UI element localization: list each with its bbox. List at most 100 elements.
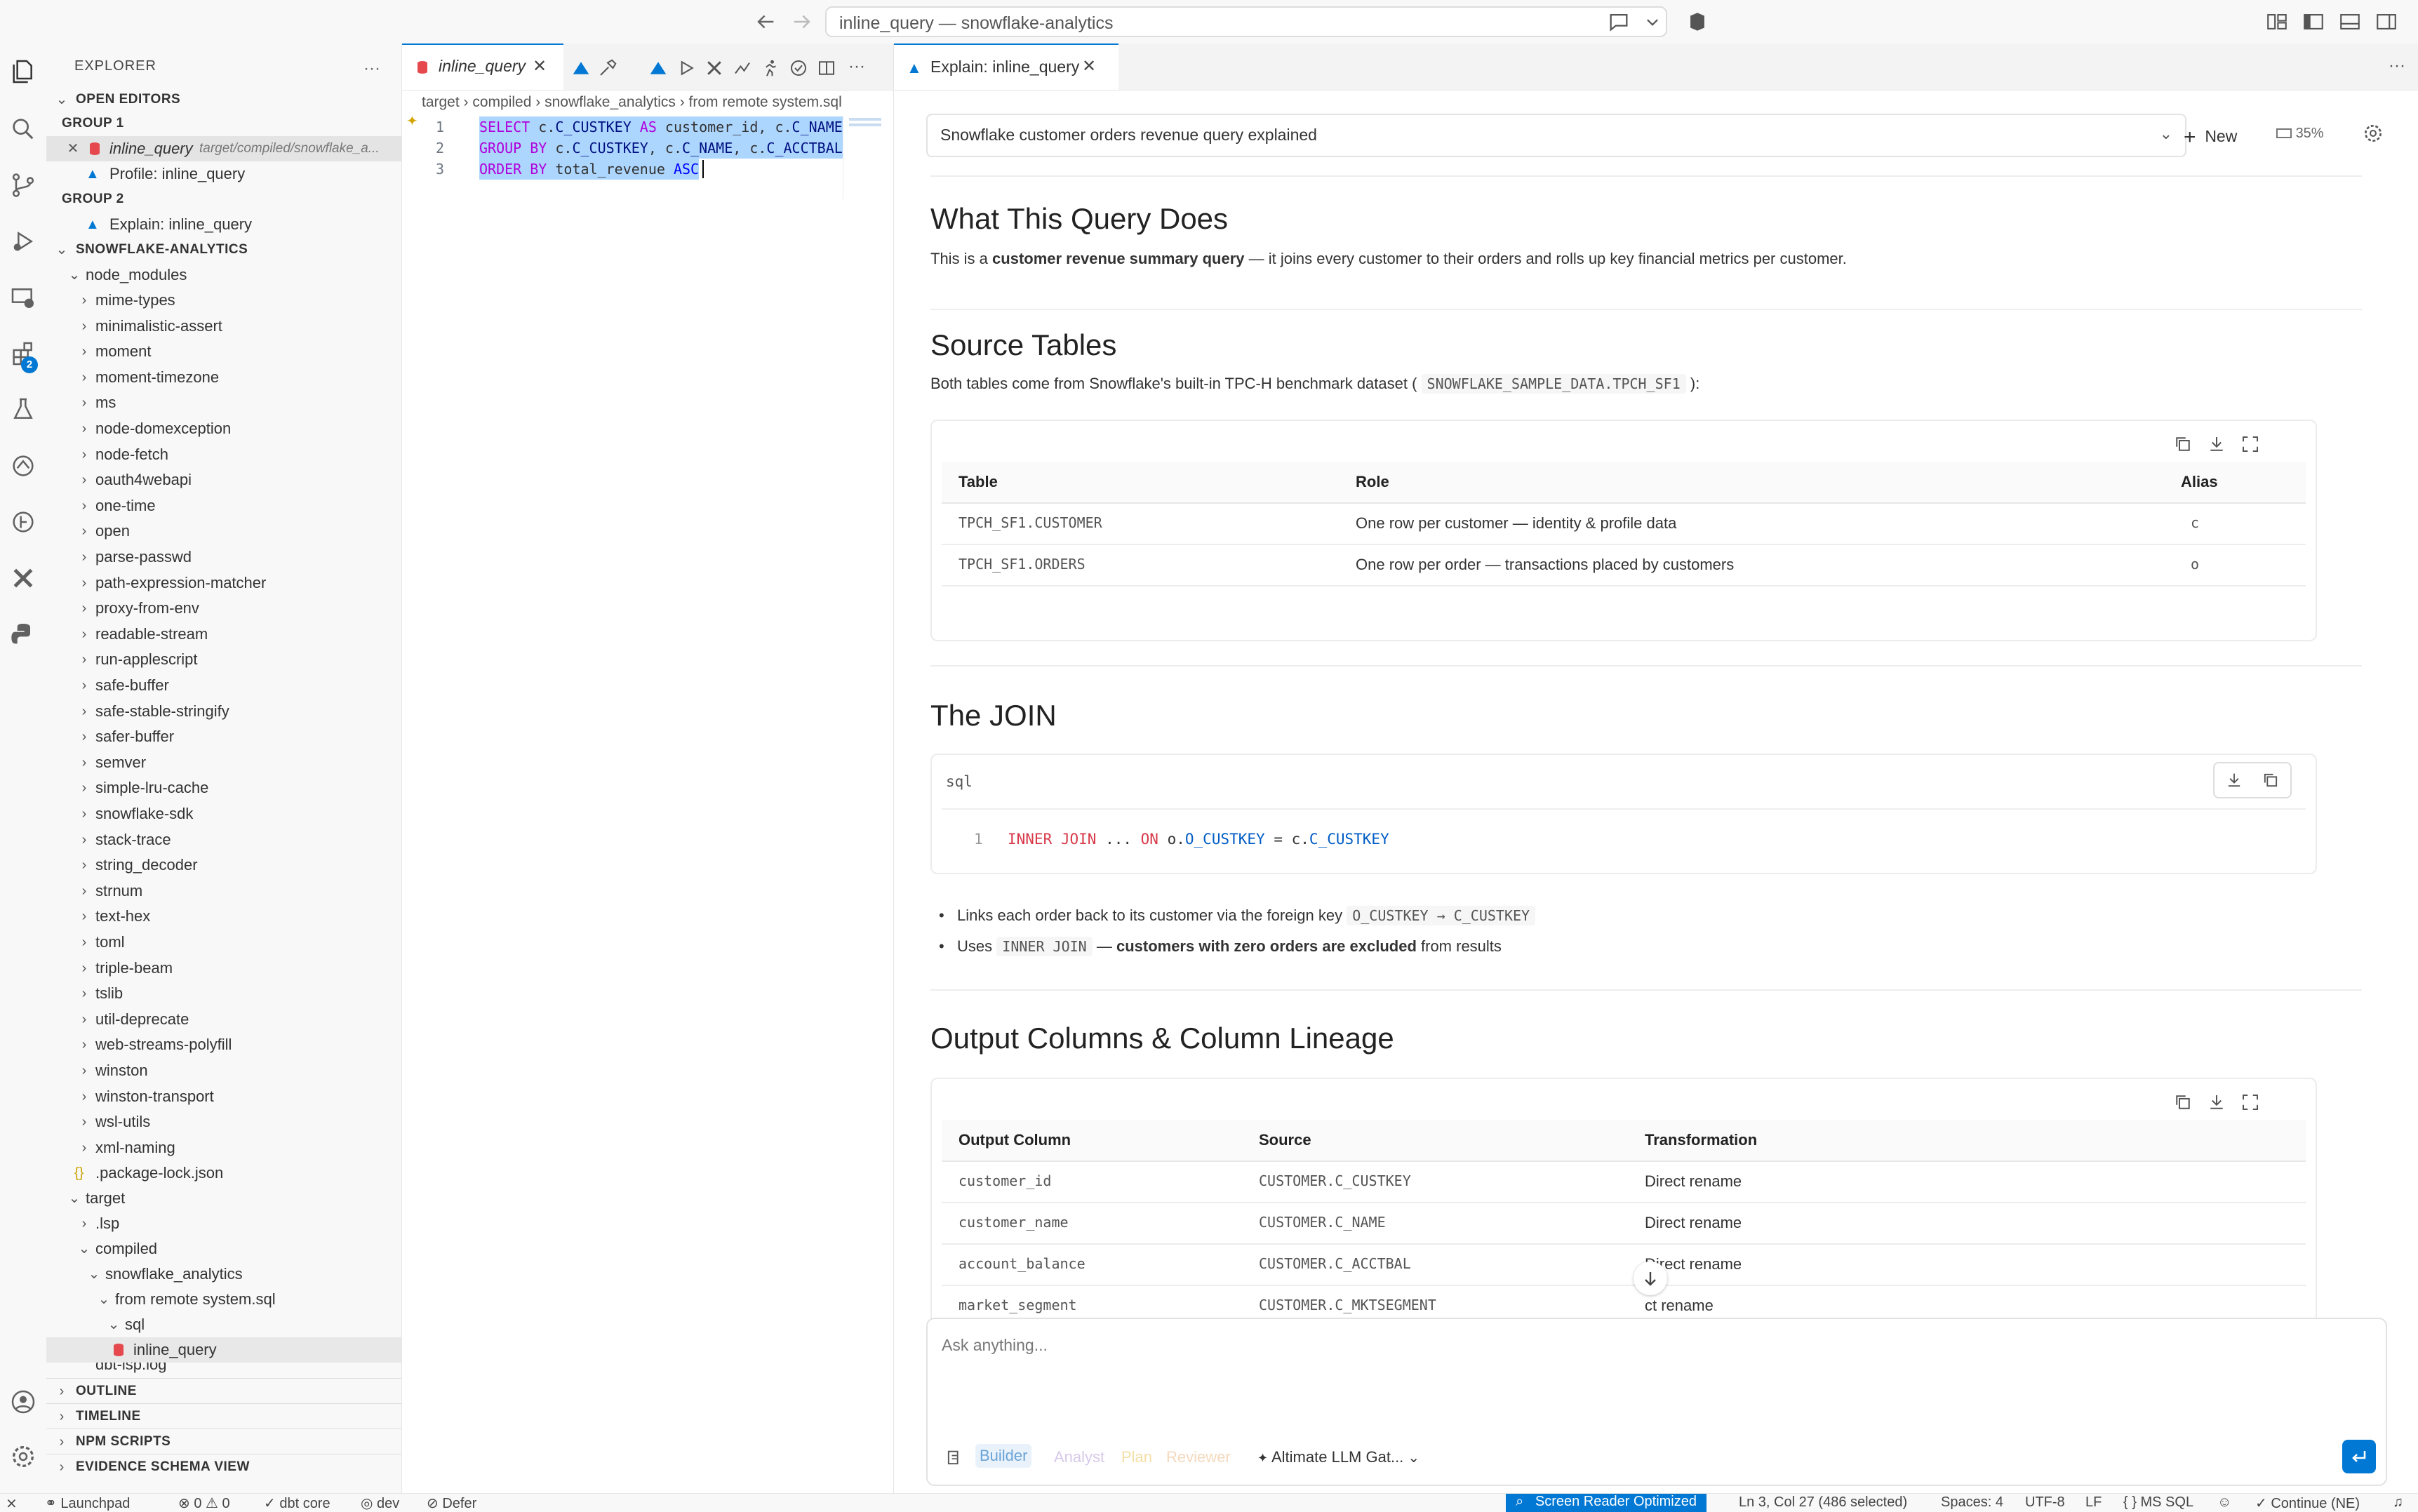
open-editor-explain[interactable]: ▲ Explain: inline_query: [46, 212, 401, 237]
timeline-section[interactable]: › TIMELINE: [46, 1403, 401, 1429]
altimate-icon[interactable]: [648, 58, 669, 79]
folder-node-modules[interactable]: ⌄ node_modules: [46, 262, 401, 288]
folder-util-deprecate[interactable]: › util-deprecate: [46, 1007, 401, 1032]
encoding[interactable]: UTF-8: [2025, 1494, 2065, 1511]
dbt-item[interactable]: ✓ dbt core: [264, 1494, 330, 1512]
check-circle-icon[interactable]: [788, 58, 809, 79]
folder-safe-buffer[interactable]: › safe-buffer: [46, 673, 401, 698]
more-actions-icon[interactable]: ···: [2389, 56, 2405, 76]
chat-icon[interactable]: [1607, 10, 1631, 34]
copy-icon[interactable]: [2172, 434, 2193, 455]
folder-node-domexception[interactable]: › node-domexception: [46, 416, 401, 441]
group-1-header[interactable]: GROUP 1: [46, 111, 401, 136]
attach-file-icon[interactable]: [944, 1448, 964, 1468]
column-header[interactable]: Table: [958, 473, 998, 491]
folder-lsp[interactable]: › .lsp: [46, 1211, 401, 1236]
command-center-search[interactable]: inline_query — snowflake-analytics: [825, 6, 1667, 37]
folder-snowflake-sdk[interactable]: › snowflake-sdk: [46, 801, 401, 827]
problems-item[interactable]: ⊗ 0 ⚠ 0: [178, 1494, 230, 1512]
tab-inline-query[interactable]: inline_query ✕: [402, 44, 563, 90]
search-icon[interactable]: [9, 115, 37, 143]
folder-winston[interactable]: › winston: [46, 1058, 401, 1083]
customize-layout-icon[interactable]: [2265, 10, 2289, 34]
altimate-run-icon[interactable]: [570, 58, 592, 79]
breadcrumb-item[interactable]: target: [422, 94, 460, 110]
download-icon[interactable]: [2224, 770, 2244, 790]
close-icon[interactable]: ✕: [533, 56, 547, 76]
mode-analyst[interactable]: Analyst: [1054, 1448, 1104, 1466]
folder-parse-passwd[interactable]: › parse-passwd: [46, 544, 401, 570]
altimate-icon[interactable]: [9, 452, 37, 480]
download-icon[interactable]: [2206, 1092, 2227, 1113]
folder-web-streams-polyfill[interactable]: › web-streams-polyfill: [46, 1032, 401, 1057]
defer-item[interactable]: ⊘ Defer: [427, 1494, 476, 1512]
minimap[interactable]: [843, 115, 894, 199]
folder-string-decoder[interactable]: › string_decoder: [46, 852, 401, 878]
group-2-header[interactable]: GROUP 2: [46, 187, 401, 212]
column-header[interactable]: Transformation: [1645, 1131, 1757, 1149]
folder-open[interactable]: › open: [46, 519, 401, 544]
folder-compiled[interactable]: ⌄ compiled: [46, 1236, 401, 1262]
python-icon[interactable]: [9, 620, 37, 648]
folder-proxy-from-env[interactable]: › proxy-from-env: [46, 596, 401, 621]
settings-gear-icon[interactable]: [2362, 122, 2384, 145]
chat-session-select[interactable]: Snowflake customer orders revenue query …: [926, 114, 2186, 157]
lineage-icon[interactable]: [732, 58, 753, 79]
close-icon[interactable]: ✕: [65, 136, 81, 161]
fullscreen-icon[interactable]: [2240, 434, 2261, 455]
tab-explain-inline-query[interactable]: ▲ Explain: inline_query ✕: [894, 44, 1118, 90]
evidence-section[interactable]: › EVIDENCE SCHEMA VIEW: [46, 1454, 401, 1480]
back-arrow-icon[interactable]: [754, 10, 777, 34]
language-mode[interactable]: { } MS SQL: [2123, 1494, 2193, 1511]
folder-readable-stream[interactable]: › readable-stream: [46, 622, 401, 647]
folder-snowflake-analytics[interactable]: ⌄ snowflake_analytics: [46, 1262, 401, 1287]
run-play-icon[interactable]: [676, 58, 697, 79]
indentation[interactable]: Spaces: 4: [1941, 1494, 2003, 1511]
mode-builder[interactable]: Builder: [975, 1444, 1032, 1468]
copy-icon[interactable]: [2172, 1092, 2193, 1113]
chevron-down-icon[interactable]: [1641, 10, 1664, 34]
column-header[interactable]: Output Column: [958, 1131, 1071, 1149]
open-editors-section[interactable]: ⌄ OPEN EDITORS: [46, 87, 401, 112]
scroll-to-bottom-button[interactable]: [1634, 1262, 1667, 1295]
continue-item[interactable]: ✓ Continue (NE): [2255, 1494, 2360, 1512]
folder-strnum[interactable]: › strnum: [46, 878, 401, 904]
folder-toml[interactable]: › toml: [46, 930, 401, 955]
run-person-icon[interactable]: [760, 58, 781, 79]
folder-node-fetch[interactable]: › node-fetch: [46, 442, 401, 467]
outline-section[interactable]: › OUTLINE: [46, 1378, 401, 1404]
copilot-icon[interactable]: [1685, 10, 1709, 34]
npm-scripts-section[interactable]: › NPM SCRIPTS: [46, 1429, 401, 1454]
close-icon[interactable]: ✕: [1082, 56, 1096, 76]
notifications-bell-icon[interactable]: ♫: [2393, 1494, 2403, 1511]
folder-one-time[interactable]: › one-time: [46, 493, 401, 519]
breadcrumb-item[interactable]: from remote system.sql: [689, 94, 842, 110]
folder-safer-buffer[interactable]: › safer-buffer: [46, 724, 401, 749]
folder-stack-trace[interactable]: › stack-trace: [46, 827, 401, 852]
dbt-icon[interactable]: [704, 58, 725, 79]
folder-xml-naming[interactable]: › xml-naming: [46, 1135, 401, 1160]
toggle-primary-sidebar-icon[interactable]: [2302, 10, 2325, 34]
folder-safe-stable-stringify[interactable]: › safe-stable-stringify: [46, 699, 401, 724]
file-package-lock[interactable]: {} .package-lock.json: [46, 1160, 401, 1186]
launchpad-item[interactable]: ⚭ Launchpad: [45, 1494, 130, 1512]
source-control-icon[interactable]: [9, 171, 37, 199]
forward-arrow-icon[interactable]: [790, 10, 814, 34]
send-button[interactable]: [2342, 1440, 2376, 1473]
copilot-status-icon[interactable]: ☺: [2217, 1494, 2231, 1511]
folder-minimalistic-assert[interactable]: › minimalistic-assert: [46, 314, 401, 339]
build-hammer-icon[interactable]: [597, 58, 618, 79]
copy-icon[interactable]: [2261, 770, 2280, 790]
accounts-icon[interactable]: [9, 1388, 37, 1416]
folder-oauth4webapi[interactable]: › oauth4webapi: [46, 467, 401, 493]
folder-moment[interactable]: › moment: [46, 339, 401, 364]
explorer-icon[interactable]: [9, 58, 37, 86]
chat-input-box[interactable]: Ask anything... Builder Analyst Plan Rev…: [926, 1318, 2387, 1486]
folder-moment-timezone[interactable]: › moment-timezone: [46, 365, 401, 390]
breadcrumb-item[interactable]: snowflake_analytics: [545, 94, 676, 110]
folder-sql[interactable]: ⌄ sql: [46, 1312, 401, 1337]
folder-text-hex[interactable]: › text-hex: [46, 904, 401, 929]
remote-indicator-icon[interactable]: ⨯: [6, 1494, 18, 1512]
open-editor-profile[interactable]: ▲ Profile: inline_query: [46, 161, 401, 187]
mode-plan[interactable]: Plan: [1121, 1448, 1152, 1466]
